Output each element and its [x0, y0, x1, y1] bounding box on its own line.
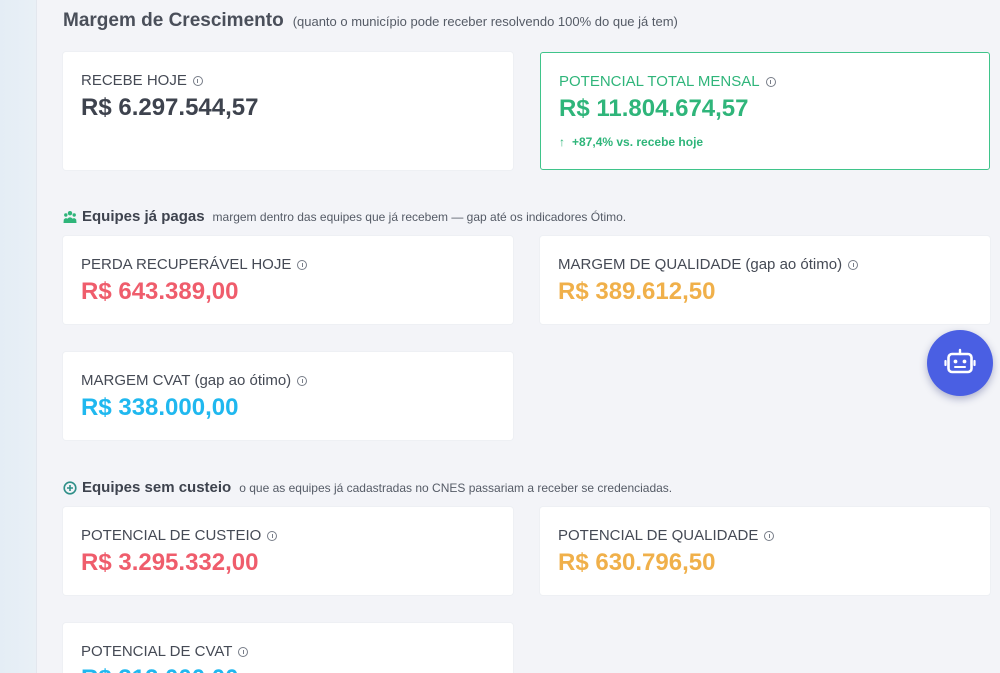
- section-title: Margem de Crescimento: [63, 10, 284, 31]
- left-sidebar: [0, 0, 37, 673]
- card-value: R$ 11.804.674,57: [559, 95, 749, 122]
- card-potencial-qualidade: POTENCIAL DE QUALIDADE R$ 630.796,50: [540, 507, 990, 595]
- info-icon[interactable]: [192, 75, 203, 86]
- group-title-text: Equipes já pagas: [82, 208, 205, 225]
- card-label: POTENCIAL DE QUALIDADE: [558, 527, 775, 544]
- label-text: POTENCIAL DE CUSTEIO: [81, 527, 262, 544]
- card-label: POTENCIAL TOTAL MENSAL: [559, 73, 776, 90]
- card-value: R$ 389.612,50: [558, 278, 716, 305]
- label-text: RECEBE HOJE: [81, 72, 187, 89]
- card-value: R$ 312.000,00: [81, 665, 238, 673]
- card-label: POTENCIAL DE CUSTEIO: [81, 527, 278, 544]
- card-value: R$ 6.297.544,57: [81, 94, 259, 121]
- label-text: POTENCIAL DE QUALIDADE: [558, 527, 759, 544]
- info-icon[interactable]: [848, 259, 859, 270]
- group-title-equipes-pagas: Equipes já pagas margem dentro das equip…: [63, 208, 626, 225]
- card-potencial-cvat: POTENCIAL DE CVAT R$ 312.000,00: [63, 623, 513, 673]
- assistant-bot-button[interactable]: [927, 330, 993, 396]
- label-text: MARGEM CVAT: [81, 372, 191, 389]
- people-group-icon: [63, 210, 77, 223]
- card-value: R$ 3.295.332,00: [81, 549, 259, 576]
- page-title: Margem de Crescimento (quanto o municípi…: [63, 10, 678, 32]
- card-value: R$ 338.000,00: [81, 394, 239, 421]
- card-label: MARGEM CVAT (gap ao ótimo): [81, 372, 308, 389]
- info-icon[interactable]: [297, 259, 308, 270]
- info-icon[interactable]: [764, 530, 775, 541]
- card-label: PERDA RECUPERÁVEL HOJE: [81, 256, 308, 273]
- trend-indicator: ↑ +87,4% vs. recebe hoje: [559, 135, 703, 149]
- label-text: MARGEM DE QUALIDADE: [558, 256, 742, 273]
- label-suffix: (gap ao ótimo): [745, 256, 843, 273]
- robot-icon: [944, 348, 976, 374]
- arrow-up-icon: ↑: [559, 135, 565, 149]
- plus-circle-icon: [63, 480, 77, 495]
- card-value: R$ 643.389,00: [81, 278, 239, 305]
- group-title-text: Equipes sem custeio: [82, 479, 232, 496]
- label-text: POTENCIAL TOTAL MENSAL: [559, 73, 760, 90]
- info-icon[interactable]: [267, 530, 278, 541]
- group-subtitle-text: margem dentro das equipes que já recebem…: [212, 209, 627, 224]
- card-recebe-hoje: RECEBE HOJE R$ 6.297.544,57: [63, 52, 513, 170]
- card-label: RECEBE HOJE: [81, 72, 203, 89]
- card-perda-recuperavel: PERDA RECUPERÁVEL HOJE R$ 643.389,00: [63, 236, 513, 324]
- label-suffix: (gap ao ótimo): [194, 372, 292, 389]
- section-subtitle: (quanto o município pode receber resolve…: [292, 14, 678, 29]
- card-potencial-custeio: POTENCIAL DE CUSTEIO R$ 3.295.332,00: [63, 507, 513, 595]
- growth-margin-panel: Margem de Crescimento (quanto o municípi…: [36, 0, 1000, 673]
- card-value: R$ 630.796,50: [558, 549, 716, 576]
- trend-text: +87,4% vs. recebe hoje: [572, 135, 704, 149]
- label-text: PERDA RECUPERÁVEL HOJE: [81, 256, 292, 273]
- group-title-equipes-sem-custeio: Equipes sem custeio o que as equipes já …: [63, 479, 672, 496]
- card-margem-qualidade: MARGEM DE QUALIDADE (gap ao ótimo) R$ 38…: [540, 236, 990, 324]
- info-icon[interactable]: [297, 375, 308, 386]
- card-margem-cvat: MARGEM CVAT (gap ao ótimo) R$ 338.000,00: [63, 352, 513, 440]
- card-potencial-total: POTENCIAL TOTAL MENSAL R$ 11.804.674,57 …: [540, 52, 990, 170]
- info-icon[interactable]: [765, 76, 776, 87]
- card-label: MARGEM DE QUALIDADE (gap ao ótimo): [558, 256, 859, 273]
- group-subtitle-text: o que as equipes já cadastradas no CNES …: [239, 480, 673, 495]
- card-value-clip: R$ 312.000,00: [63, 623, 513, 673]
